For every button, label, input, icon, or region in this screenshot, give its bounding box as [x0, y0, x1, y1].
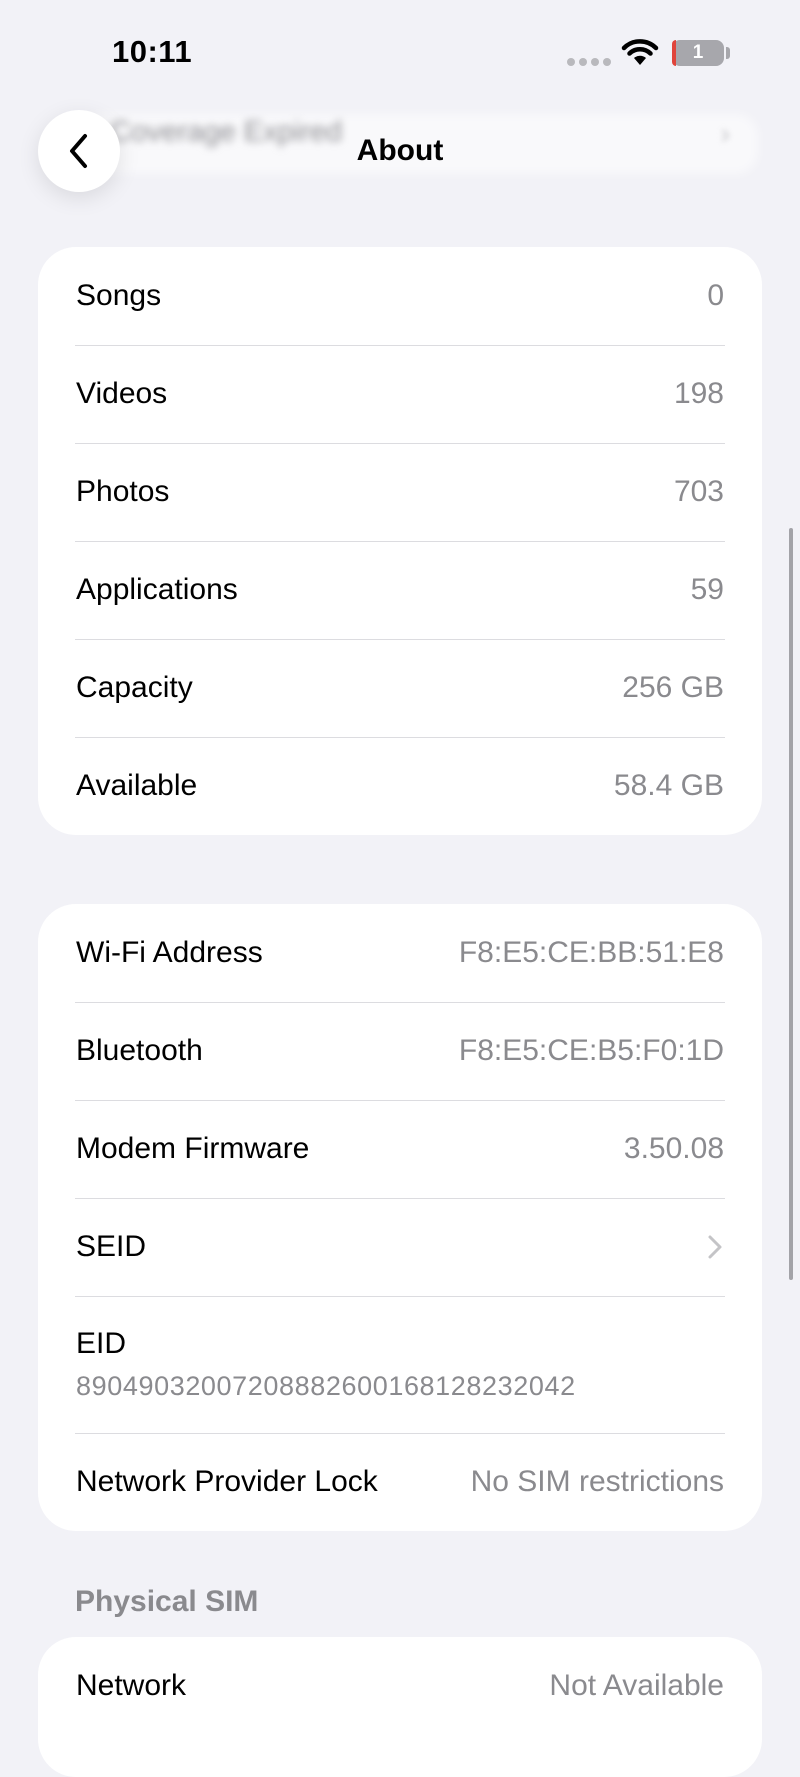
network-info-group: Wi-Fi Address F8:E5:CE:BB:51:E8 Bluetoot… — [38, 904, 762, 1531]
row-applications: Applications 59 — [38, 541, 762, 639]
row-label: EID — [76, 1327, 127, 1360]
row-label: Wi-Fi Address — [76, 936, 263, 969]
row-network: Network Not Available — [38, 1637, 762, 1735]
row-value: 58.4 GB — [613, 769, 724, 802]
row-label: Photos — [76, 475, 170, 508]
row-available: Available 58.4 GB — [38, 737, 762, 835]
battery-level-text: 1 — [692, 42, 704, 63]
row-label: Modem Firmware — [76, 1132, 310, 1165]
row-label: Videos — [76, 377, 168, 410]
row-value: 89049032007208882600168128232042 — [76, 1371, 576, 1401]
row-label: Capacity — [76, 671, 193, 704]
row-value: Not Available — [549, 1669, 724, 1702]
row-value: 3.50.08 — [623, 1132, 724, 1165]
row-eid[interactable]: EID 89049032007208882600168128232042 — [38, 1296, 762, 1433]
row-photos: Photos 703 — [38, 443, 762, 541]
row-value: No SIM restrictions — [470, 1465, 724, 1498]
row-value: 0 — [707, 279, 724, 312]
row-bluetooth: Bluetooth F8:E5:CE:B5:F0:1D — [38, 1002, 762, 1100]
physical-sim-group: Network Not Available — [38, 1637, 762, 1777]
status-time: 10:11 — [112, 34, 193, 69]
storage-info-group: Songs 0 Videos 198 Photos 703 Applicatio… — [38, 247, 762, 835]
scroll-indicator[interactable] — [789, 528, 793, 1280]
row-label: Songs — [76, 279, 162, 312]
wifi-icon — [621, 39, 659, 65]
row-modem-firmware: Modem Firmware 3.50.08 — [38, 1100, 762, 1198]
row-videos: Videos 198 — [38, 345, 762, 443]
row-songs: Songs 0 — [38, 247, 762, 345]
page-title: About — [356, 134, 444, 167]
row-capacity: Capacity 256 GB — [38, 639, 762, 737]
row-label: SEID — [76, 1230, 147, 1263]
row-seid[interactable]: SEID — [38, 1198, 762, 1296]
section-header-physical-sim: Physical SIM — [75, 1585, 259, 1618]
chevron-right-icon — [706, 1232, 724, 1262]
row-network-provider-lock: Network Provider Lock No SIM restriction… — [38, 1433, 762, 1531]
row-label: Bluetooth — [76, 1034, 203, 1067]
row-value: F8:E5:CE:B5:F0:1D — [458, 1034, 724, 1067]
battery-icon: 1 — [672, 40, 724, 66]
row-label: Network — [76, 1669, 187, 1702]
battery-cap — [726, 47, 730, 59]
row-wifi-address: Wi-Fi Address F8:E5:CE:BB:51:E8 — [38, 904, 762, 1002]
nav-bar: Coverage Expired › About — [0, 100, 800, 210]
row-label: Network Provider Lock — [76, 1465, 378, 1498]
row-value: 256 GB — [622, 671, 724, 704]
row-label: Available — [76, 769, 198, 802]
cellular-signal-icon — [567, 58, 611, 66]
row-value: 198 — [673, 377, 724, 410]
row-label: Applications — [76, 573, 238, 606]
row-value: F8:E5:CE:BB:51:E8 — [458, 936, 724, 969]
status-bar: 10:11 1 — [0, 0, 800, 100]
row-value: 703 — [673, 475, 724, 508]
row-value: 59 — [690, 573, 724, 606]
